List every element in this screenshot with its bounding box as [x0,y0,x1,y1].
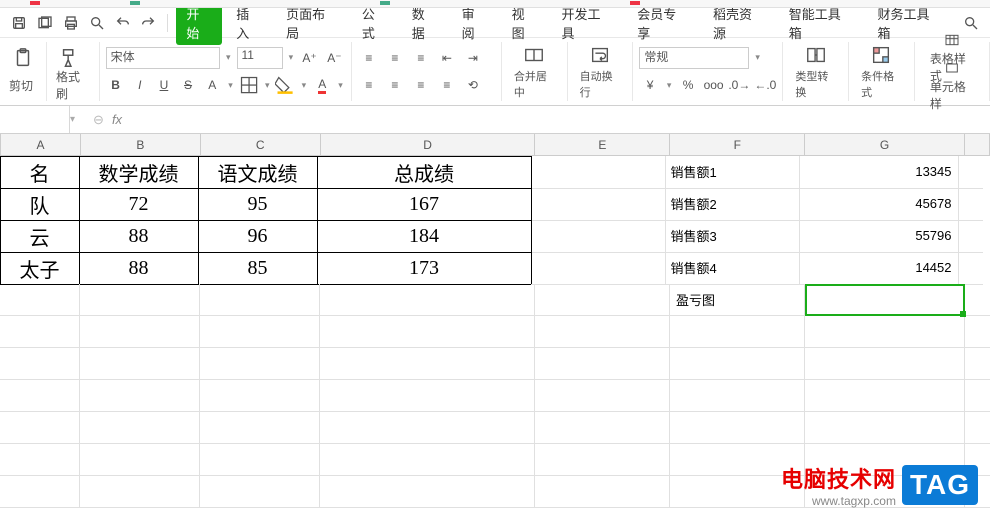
name-box[interactable] [0,106,70,133]
indent-inc-icon[interactable]: ⇥ [462,47,484,69]
table-row[interactable] [0,412,990,444]
table-row[interactable]: 名 数学成绩 语文成绩 总成绩 销售额1 13345 [0,156,990,188]
dec-decimal-icon[interactable]: ←.0 [754,74,776,96]
print-preview-icon[interactable] [86,12,108,34]
format-painter-label: 格式刷 [53,68,93,102]
col-A[interactable]: A [1,134,81,155]
table-row[interactable] [0,316,990,348]
strike-icon[interactable]: S [178,74,198,96]
underline-icon[interactable]: U [154,74,174,96]
cond-format-button[interactable]: 条件格式 [855,44,908,100]
border-icon[interactable] [239,74,259,96]
save-icon[interactable] [8,12,30,34]
paste-button[interactable] [6,47,40,69]
font-size-combo[interactable]: 11 [237,47,283,69]
font-name-combo[interactable]: 宋体 [106,47,220,69]
column-headers[interactable]: A B C D E F G [0,134,990,156]
save-as-icon[interactable] [34,12,56,34]
col-E[interactable]: E [535,134,670,155]
undo-icon[interactable] [112,12,134,34]
ribbon: 剪切 格式刷 宋体 ▾ 11 ▾ A⁺ A⁻ B I U S A▾ ▾ ▾ A▾ [0,38,990,106]
font-color-icon[interactable]: A [312,74,332,96]
table-row[interactable]: 太子 88 85 173 销售额4 14452 [0,252,990,284]
col-B[interactable]: B [81,134,201,155]
bold-icon[interactable]: B [106,74,126,96]
menu-bar: 开始 插入 页面布局 公式 数据 审阅 视图 开发工具 会员专享 稻壳资源 智能… [0,8,990,38]
col-C[interactable]: C [201,134,321,155]
col-G[interactable]: G [805,134,965,155]
table-row[interactable] [0,348,990,380]
decrease-font-icon[interactable]: A⁻ [324,47,345,69]
currency-icon[interactable]: ¥ [639,74,660,96]
table-row[interactable] [0,380,990,412]
print-icon[interactable] [60,12,82,34]
number-format-combo[interactable]: 常规 [639,47,749,69]
align-center-icon[interactable]: ≡ [384,74,406,96]
chevron-down-icon[interactable]: ▾ [287,52,296,63]
align-left-icon[interactable]: ≡ [358,74,380,96]
align-right-icon[interactable]: ≡ [410,74,432,96]
formula-bar: ▾ ⊖ fx [0,106,990,134]
search-icon[interactable] [960,12,982,34]
inc-decimal-icon[interactable]: .0→ [728,74,750,96]
cell-style-button[interactable]: 单元格样 [921,60,983,112]
percent-icon[interactable]: % [677,74,698,96]
window-tab-strip [0,0,990,8]
align-top-icon[interactable]: ≡ [358,47,380,69]
watermark: 电脑技术网 www.tagxp.com TAG [781,462,978,508]
watermark-url: www.tagxp.com [812,494,896,508]
indent-dec-icon[interactable]: ⇤ [436,47,458,69]
merge-center-button[interactable]: 合并居中 [508,44,561,100]
comma-icon[interactable]: ooo [703,74,724,96]
table-row[interactable]: 云 88 96 184 销售额3 55796 [0,220,990,252]
col-D[interactable]: D [321,134,536,155]
chevron-down-icon[interactable]: ▾ [70,114,83,125]
align-bot-icon[interactable]: ≡ [410,47,432,69]
fill-color-icon[interactable] [275,74,295,96]
fx-icon[interactable]: fx [112,112,122,127]
table-row[interactable]: 盈亏图 [0,284,990,316]
watermark-badge: TAG [902,465,978,505]
align-mid-icon[interactable]: ≡ [384,47,406,69]
chevron-down-icon[interactable]: ▾ [224,52,233,63]
cancel-formula-icon[interactable]: ⊖ [93,112,104,128]
orientation-icon[interactable]: ⟲ [462,74,484,96]
type-convert-button[interactable]: 类型转换 [789,44,842,100]
wrap-text-button[interactable]: 自动换行 [574,44,627,100]
watermark-title: 电脑技术网 [781,462,896,494]
font-extra-icon[interactable]: A [202,74,222,96]
col-F[interactable]: F [670,134,805,155]
table-row[interactable]: 队 72 95 167 销售额2 45678 [0,188,990,220]
spreadsheet-grid[interactable]: A B C D E F G 名 数学成绩 语文成绩 总成绩 销售额1 13345… [0,134,990,508]
increase-font-icon[interactable]: A⁺ [299,47,320,69]
cut-label[interactable]: 剪切 [6,77,36,94]
align-justify-icon[interactable]: ≡ [436,74,458,96]
italic-icon[interactable]: I [130,74,150,96]
redo-icon[interactable] [137,12,159,34]
format-painter-button[interactable] [53,47,87,69]
